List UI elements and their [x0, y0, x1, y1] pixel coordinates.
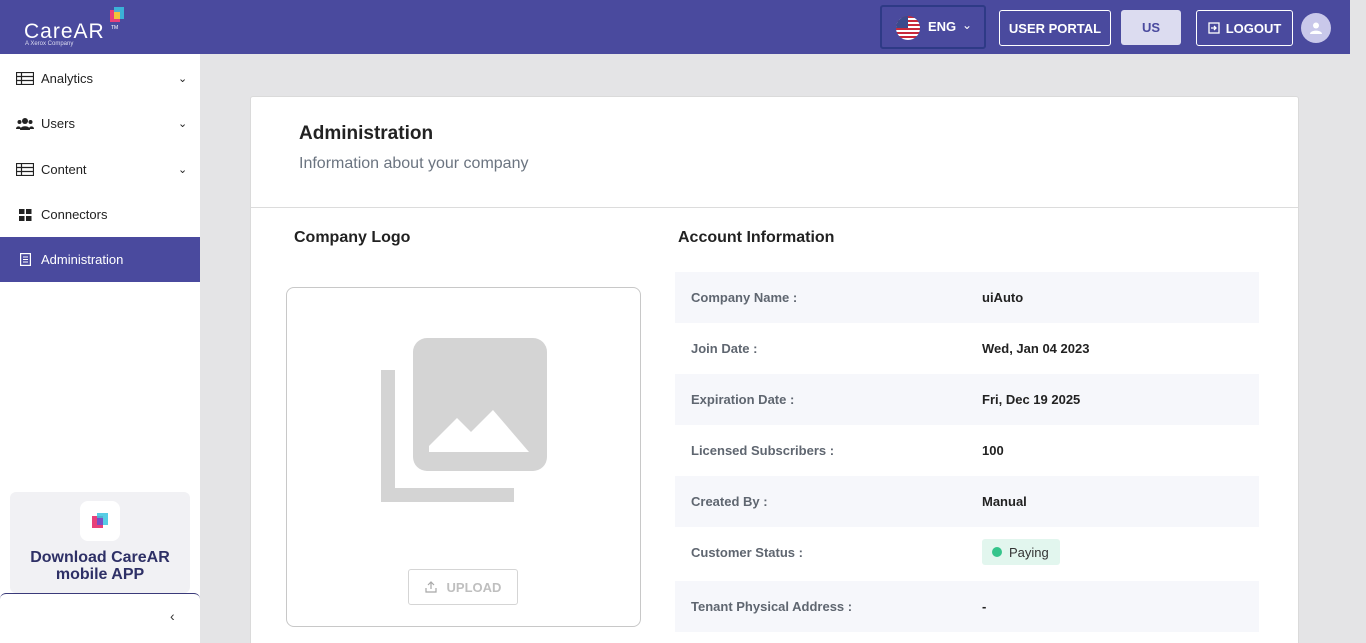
users-icon	[16, 117, 34, 131]
info-row-created-by: Created By : Manual	[675, 476, 1259, 527]
info-row-join-date: Join Date : Wed, Jan 04 2023	[675, 323, 1259, 374]
table-icon	[16, 72, 34, 86]
info-value: Fri, Dec 19 2025	[982, 392, 1081, 407]
avatar[interactable]	[1301, 13, 1331, 43]
chevron-down-icon: ⌄	[962, 18, 973, 32]
info-row-customer-status: Customer Status : Paying	[675, 527, 1259, 578]
upload-icon	[424, 581, 437, 593]
top-navigation-bar: CareAR TM A Xerox Company ENG ⌄ USER POR…	[0, 0, 1350, 54]
info-label: Licensed Subscribers :	[691, 443, 835, 458]
info-label: Created By :	[691, 494, 768, 509]
logout-label: LOGOUT	[1225, 20, 1282, 36]
info-value: -	[982, 599, 987, 614]
logo-cube-icon	[110, 7, 124, 22]
info-row-licensed-subscribers: Licensed Subscribers : 100	[675, 425, 1259, 476]
language-label: ENG	[928, 19, 957, 34]
sidebar-item-label: Content	[41, 162, 87, 177]
info-label: Expiration Date :	[691, 392, 795, 407]
account-information-heading: Account Information	[678, 229, 835, 246]
logo-subtitle: A Xerox Company	[25, 41, 74, 47]
image-placeholder-icon	[381, 338, 547, 502]
info-label: Join Date :	[691, 341, 758, 356]
upload-button[interactable]: UPLOAD	[408, 569, 518, 605]
user-icon	[1310, 22, 1322, 34]
info-label: Tenant Physical Address :	[691, 599, 853, 614]
upload-label: UPLOAD	[446, 579, 502, 595]
chevron-down-icon: ⌄	[178, 118, 188, 130]
info-row-tenant-address: Tenant Physical Address : -	[675, 581, 1259, 632]
document-icon	[16, 253, 34, 267]
info-value: uiAuto	[982, 290, 1024, 305]
info-value: Wed, Jan 04 2023	[982, 341, 1090, 356]
info-row-company-name: Company Name : uiAuto	[675, 272, 1259, 323]
user-portal-button[interactable]: USER PORTAL	[999, 10, 1111, 46]
language-selector[interactable]: ENG ⌄	[880, 5, 986, 49]
info-value: 100	[982, 443, 1004, 458]
logout-button[interactable]: LOGOUT	[1196, 10, 1293, 46]
info-label: Company Name :	[691, 290, 798, 305]
sidebar-item-label: Administration	[41, 252, 124, 267]
administration-card: Administration Information about your co…	[250, 96, 1299, 643]
sidebar-item-users[interactable]: Users ⌄	[0, 101, 200, 146]
sidebar-item-label: Users	[41, 116, 75, 131]
company-logo-box: UPLOAD	[286, 287, 641, 627]
sidebar: Analytics ⌄ Users ⌄ Content ⌄ Connectors…	[0, 54, 200, 643]
sidebar-item-analytics[interactable]: Analytics ⌄	[0, 56, 200, 101]
page-subtitle: Information about your company	[299, 155, 529, 172]
mobile-app-promo[interactable]: Download CareAR mobile APP	[10, 492, 190, 593]
logo-trademark: TM	[111, 25, 119, 31]
table-icon	[16, 163, 34, 177]
collapse-sidebar-button[interactable]: ‹	[0, 593, 200, 643]
sidebar-item-connectors[interactable]: Connectors	[0, 192, 200, 237]
status-badge: Paying	[982, 539, 1060, 565]
sidebar-item-label: Connectors	[41, 207, 108, 222]
divider	[251, 207, 1298, 208]
info-row-expiration-date: Expiration Date : Fri, Dec 19 2025	[675, 374, 1259, 425]
sidebar-item-label: Analytics	[41, 71, 94, 86]
carear-app-icon	[80, 501, 120, 541]
region-button[interactable]: US	[1121, 10, 1181, 45]
info-value: Manual	[982, 494, 1027, 509]
sidebar-item-administration[interactable]: Administration	[0, 237, 200, 282]
sidebar-item-content[interactable]: Content ⌄	[0, 147, 200, 192]
info-label: Customer Status :	[691, 545, 803, 560]
chevron-left-icon: ‹	[170, 608, 175, 624]
grid-icon	[16, 208, 34, 222]
page-title: Administration	[299, 123, 434, 144]
chevron-down-icon: ⌄	[178, 73, 188, 85]
chevron-down-icon: ⌄	[178, 164, 188, 176]
promo-text: Download CareAR mobile APP	[30, 549, 170, 583]
carear-logo[interactable]: CareAR TM A Xerox Company	[24, 6, 134, 50]
logout-icon	[1208, 22, 1220, 34]
us-flag-icon	[896, 16, 920, 40]
company-logo-heading: Company Logo	[294, 229, 411, 246]
scrollbar-gutter	[1350, 0, 1366, 643]
